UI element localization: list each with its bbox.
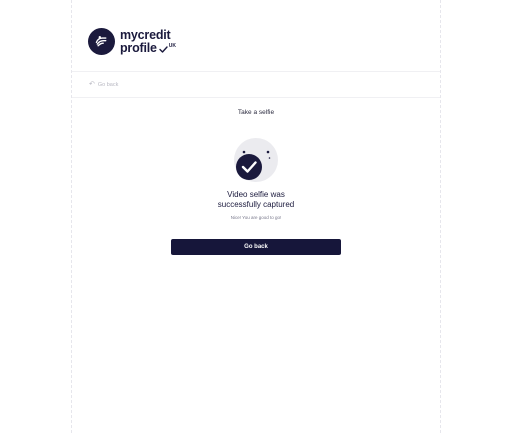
header-divider	[72, 71, 440, 72]
brand-name-line2: profile	[120, 40, 157, 55]
success-headline-line1: Video selfie was	[227, 190, 285, 199]
back-arrow-icon: ↶	[89, 81, 95, 88]
nav-divider	[72, 97, 440, 98]
brand-logo[interactable]: mycredit profile UK	[88, 28, 176, 55]
success-headline: Video selfie was successfully captured	[0, 190, 512, 210]
success-subtext: Nice! You are good to go!	[230, 215, 282, 220]
brand-name-line1: mycredit	[120, 27, 171, 42]
page-title: Take a selfie	[237, 109, 275, 116]
back-link[interactable]: ↶ Go back	[89, 81, 118, 88]
selfie-success-icon	[234, 138, 278, 182]
go-back-button-label: Go back	[244, 244, 268, 250]
go-back-button[interactable]: Go back	[171, 239, 341, 255]
brand-badge: UK	[168, 42, 177, 49]
back-link-label: Go back	[97, 81, 119, 88]
success-headline-line2: successfully captured	[217, 200, 295, 209]
logo-hand-icon	[88, 28, 115, 55]
brand-check-icon	[159, 45, 168, 53]
